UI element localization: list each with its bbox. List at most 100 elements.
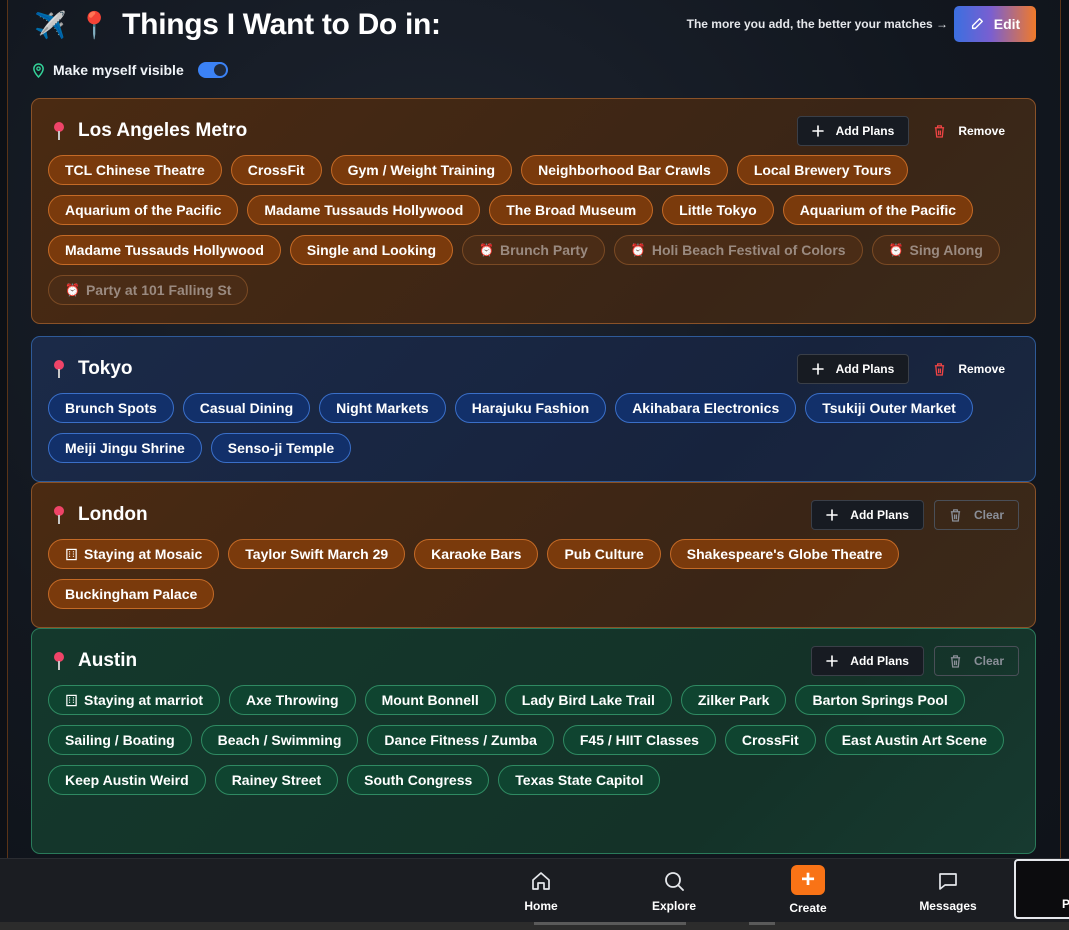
plan-chip[interactable]: Aquarium of the Pacific bbox=[48, 195, 239, 225]
plan-chip[interactable]: Senso-ji Temple bbox=[210, 433, 352, 463]
remove-city-button[interactable]: Remove bbox=[919, 354, 1019, 384]
alarm-icon: ⏰ bbox=[479, 243, 494, 257]
plan-chip[interactable]: Tsukiji Outer Market bbox=[805, 393, 973, 423]
city-actions: Add Plans Remove bbox=[796, 354, 1019, 384]
plan-chip[interactable]: Pub Culture bbox=[547, 539, 661, 569]
plan-chip[interactable]: The Broad Museum bbox=[489, 195, 654, 225]
plan-chip[interactable]: TCL Chinese Theatre bbox=[48, 155, 222, 185]
remove-label: Remove bbox=[958, 124, 1005, 138]
plan-chip-label: Harajuku Fashion bbox=[471, 400, 590, 416]
plan-chip[interactable]: ⏰ Holi Beach Festival of Colors bbox=[613, 235, 863, 265]
city-actions: Add Plans Remove bbox=[796, 116, 1019, 146]
city-actions: Add Plans Clear bbox=[811, 646, 1019, 676]
pin-icon bbox=[52, 121, 66, 141]
plan-chip-label: Meiji Jingu Shrine bbox=[65, 440, 185, 456]
trash-icon bbox=[935, 363, 945, 376]
plan-chip[interactable]: Keep Austin Weird bbox=[48, 765, 206, 795]
plan-chip[interactable]: Akihabara Electronics bbox=[615, 393, 797, 423]
nav-messages[interactable]: Messages bbox=[908, 869, 988, 919]
plus-icon bbox=[826, 509, 839, 521]
plan-chip-label: TCL Chinese Theatre bbox=[65, 162, 205, 178]
plan-chip[interactable]: Madame Tussauds Hollywood bbox=[247, 195, 481, 225]
pin-icon bbox=[52, 505, 66, 525]
plan-chip[interactable]: Neighborhood Bar Crawls bbox=[521, 155, 728, 185]
clear-city-button[interactable]: Clear bbox=[933, 500, 1019, 530]
plan-chip-label: Dance Fitness / Zumba bbox=[384, 732, 537, 748]
clear-city-button[interactable]: Clear bbox=[933, 646, 1019, 676]
remove-city-button[interactable]: Remove bbox=[919, 116, 1019, 146]
city-title: Tokyo bbox=[52, 357, 133, 381]
plan-chip[interactable]: ⏰ Sing Along bbox=[871, 235, 1000, 265]
plan-chip[interactable]: Taylor Swift March 29 bbox=[228, 539, 406, 569]
plan-chip-label: Aquarium of the Pacific bbox=[65, 202, 222, 218]
plan-chip[interactable]: Mount Bonnell bbox=[364, 685, 496, 715]
plan-chip[interactable]: Rainey Street bbox=[214, 765, 339, 795]
city-card: London Add Plans Clear Staying at Mosaic Tay… bbox=[31, 482, 1036, 628]
plan-chip[interactable]: Beach / Swimming bbox=[200, 725, 359, 755]
plan-chip[interactable]: Night Markets bbox=[319, 393, 446, 423]
plan-chip[interactable]: Single and Looking bbox=[289, 235, 454, 265]
clear-label: Clear bbox=[973, 508, 1004, 522]
plan-chip-label: Keep Austin Weird bbox=[65, 772, 189, 788]
plan-chip[interactable]: Madame Tussauds Hollywood bbox=[48, 235, 281, 265]
visibility-row: Make myself visible bbox=[32, 61, 228, 79]
taskbar bbox=[0, 922, 1069, 930]
edit-button[interactable]: Edit bbox=[954, 6, 1036, 42]
location-icon bbox=[33, 62, 44, 78]
plan-chip[interactable]: Dance Fitness / Zumba bbox=[367, 725, 554, 755]
plan-chip[interactable]: Axe Throwing bbox=[229, 685, 356, 715]
plan-chip[interactable]: CrossFit bbox=[230, 155, 322, 185]
plan-chip[interactable]: Harajuku Fashion bbox=[454, 393, 607, 423]
visibility-toggle[interactable] bbox=[197, 62, 228, 78]
plan-chip[interactable]: Staying at marriot bbox=[48, 685, 221, 715]
plan-chip[interactable]: ⏰ Brunch Party bbox=[462, 235, 605, 265]
trash-icon bbox=[950, 655, 961, 668]
plan-chip[interactable]: Local Brewery Tours bbox=[736, 155, 909, 185]
plan-chip[interactable]: Texas State Capitol bbox=[498, 765, 661, 795]
plan-chip[interactable]: Buckingham Palace bbox=[48, 579, 215, 609]
airplane-icon: ✈️ bbox=[34, 9, 67, 40]
plan-chip[interactable]: CrossFit bbox=[724, 725, 816, 755]
plan-chip[interactable]: Little Tokyo bbox=[662, 195, 774, 225]
plus-icon: + bbox=[791, 865, 825, 895]
plan-chip[interactable]: Meiji Jingu Shrine bbox=[48, 433, 202, 463]
plan-chip[interactable]: Shakespeare's Globe Theatre bbox=[669, 539, 900, 569]
plan-chip[interactable]: Lady Bird Lake Trail bbox=[504, 685, 672, 715]
plan-chip-label: The Broad Museum bbox=[506, 202, 637, 218]
plan-chip-label: Lady Bird Lake Trail bbox=[521, 692, 655, 708]
plan-chip[interactable]: Sailing / Boating bbox=[48, 725, 192, 755]
trash-icon bbox=[950, 509, 961, 522]
plan-chip[interactable]: East Austin Art Scene bbox=[824, 725, 1004, 755]
plan-chip[interactable]: Zilker Park bbox=[680, 685, 787, 715]
plan-chip[interactable]: Aquarium of the Pacific bbox=[782, 195, 974, 225]
city-title: Los Angeles Metro bbox=[52, 119, 247, 143]
plan-chip[interactable]: Barton Springs Pool bbox=[795, 685, 965, 715]
home-icon bbox=[532, 872, 550, 890]
plan-chip[interactable]: ⏰ Party at 101 Falling St bbox=[48, 275, 249, 305]
nav-create[interactable]: + Create bbox=[768, 865, 848, 915]
plan-chip[interactable]: South Congress bbox=[347, 765, 490, 795]
plan-chip[interactable]: Casual Dining bbox=[182, 393, 311, 423]
add-plans-label: Add Plans bbox=[850, 654, 909, 668]
nav-explore[interactable]: Explore bbox=[634, 869, 714, 919]
add-plans-button[interactable]: Add Plans bbox=[811, 646, 924, 676]
hotel-icon bbox=[66, 694, 77, 706]
add-plans-button[interactable]: Add Plans bbox=[796, 354, 910, 384]
alarm-icon: ⏰ bbox=[65, 283, 80, 297]
add-plans-button[interactable]: Add Plans bbox=[811, 500, 924, 530]
plan-chip-label: Gym / Weight Training bbox=[347, 162, 496, 178]
plan-chip-label: South Congress bbox=[364, 772, 473, 788]
nav-profile-label: P bbox=[1062, 897, 1069, 911]
plan-chip[interactable]: Karaoke Bars bbox=[414, 539, 539, 569]
add-plans-button[interactable]: Add Plans bbox=[796, 116, 910, 146]
city-card-header: Austin Add Plans Clear bbox=[32, 629, 1035, 693]
city-card: Tokyo Add Plans Remove Brunch Spots Casual D… bbox=[31, 336, 1036, 482]
plan-chip-label: Buckingham Palace bbox=[65, 586, 198, 602]
plan-chip[interactable]: Brunch Spots bbox=[48, 393, 174, 423]
plan-chip[interactable]: Staying at Mosaic bbox=[48, 539, 220, 569]
plan-chip-label: Mount Bonnell bbox=[381, 692, 479, 708]
plan-chip[interactable]: Gym / Weight Training bbox=[330, 155, 513, 185]
plan-chip[interactable]: F45 / HIIT Classes bbox=[562, 725, 716, 755]
nav-profile[interactable]: P bbox=[1014, 859, 1069, 919]
nav-home[interactable]: Home bbox=[501, 869, 581, 919]
